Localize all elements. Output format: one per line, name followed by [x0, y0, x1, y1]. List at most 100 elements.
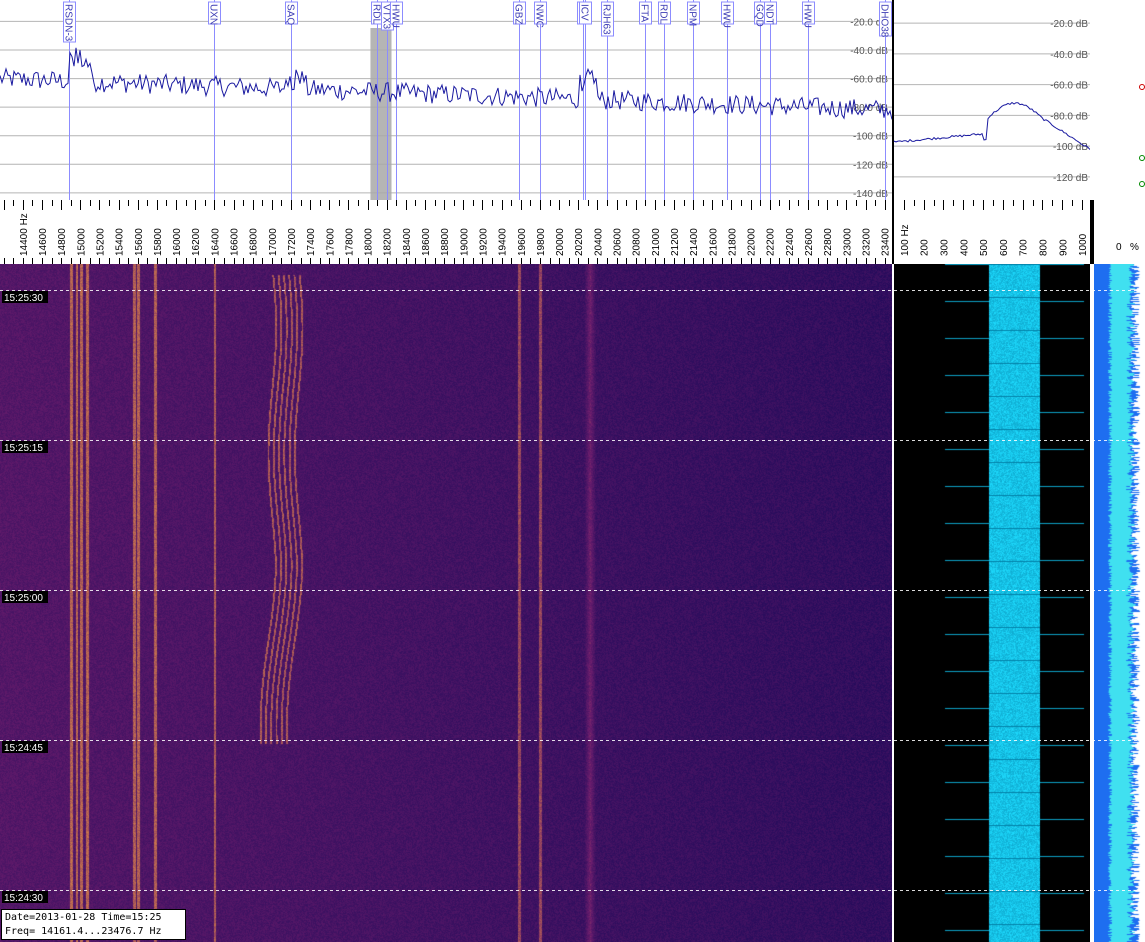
zoom-freq-tick-label-group: 800 — [1038, 239, 1049, 256]
level-indicator-dot — [1139, 84, 1145, 90]
freq-tick-label-group: 21000 — [651, 228, 662, 256]
freq-tick-label-group: 21200 — [670, 228, 681, 256]
freq-tick-label-group: 18400 — [402, 228, 413, 256]
zoom-freq-tick-label: 400 — [959, 239, 970, 256]
freq-tick-label: 19600 — [517, 228, 528, 256]
pane-divider — [892, 0, 894, 264]
waterfall-zoom[interactable] — [894, 264, 1090, 942]
freq-tick-label-group: 19800 — [536, 228, 547, 256]
freq-tick-label: 17000 — [268, 228, 279, 256]
marker-label-box — [381, 1, 394, 31]
freq-tick-label: 16800 — [249, 228, 260, 256]
freq-tick-label-group: 16200 — [191, 228, 202, 256]
marker-label-box — [371, 1, 384, 25]
freq-tick-label: 22400 — [785, 228, 796, 256]
freq-tick-label: 17800 — [344, 228, 355, 256]
status-date-time: Date=2013-01-28 Time=15:25 — [5, 912, 162, 923]
db-label: -120 dB — [853, 160, 888, 171]
status-box: Date=2013-01-28 Time=15:25 Freq= 14161.4… — [1, 909, 186, 940]
zoom-plot-area — [894, 0, 1090, 200]
freq-tick-label-group: 18600 — [421, 228, 432, 256]
zoom-db-label: -20.0 dB — [1050, 19, 1088, 30]
spectrum-trace — [0, 47, 893, 120]
level-divider — [1090, 200, 1094, 264]
freq-tick-label: 20000 — [555, 228, 566, 256]
freq-tick-label-group: 16000 — [172, 228, 183, 256]
freq-tick-label-group: 14600 — [38, 228, 49, 256]
freq-tick-label: 19400 — [498, 228, 509, 256]
freq-tick-label-group: 23200 — [862, 228, 873, 256]
freq-tick-label-group: 22800 — [823, 228, 834, 256]
zoom-freq-tick-label: 100 Hz — [900, 224, 911, 256]
marker-label-box — [285, 1, 298, 25]
marker-label-box — [687, 1, 700, 25]
freq-tick-label-group: 18800 — [440, 228, 451, 256]
zoom-db-label: -80.0 dB — [1050, 111, 1088, 122]
marker-label-group: HWU — [802, 1, 815, 28]
marker-label: NWC — [534, 4, 545, 28]
marker-label-box — [390, 1, 403, 25]
freq-tick-label-group: 20800 — [632, 228, 643, 256]
marker-label: VTX3 — [381, 4, 392, 29]
freq-tick-label-group: 17200 — [287, 228, 298, 256]
freq-tick-label: 20800 — [632, 228, 643, 256]
marker-label-group: UXN — [208, 1, 221, 25]
marker-label-group: RJH63 — [601, 1, 614, 37]
db-label: -140 dB — [853, 189, 888, 200]
zoom-freq-tick-label: 700 — [1019, 239, 1030, 256]
freq-tick-label-group: 19000 — [459, 228, 470, 256]
zoom-freq-tick-label: 300 — [939, 239, 950, 256]
marker-label: RJH63 — [601, 4, 612, 35]
freq-tick-label: 14400 Hz — [19, 213, 30, 256]
marker-label-box — [577, 1, 590, 25]
freq-tick-label: 18600 — [421, 228, 432, 256]
freq-tick-label: 18200 — [383, 228, 394, 256]
marker-label-group: SAQ — [285, 1, 298, 25]
freq-tick-label-group: 15000 — [76, 228, 87, 256]
zoom-db-label: -120 dB — [1053, 173, 1088, 184]
level-indicator-dot — [1139, 155, 1145, 161]
level-indicator-dot — [1139, 181, 1145, 187]
freq-tick-label: 19200 — [478, 228, 489, 256]
db-label: -100 dB — [853, 132, 888, 143]
spectrum-graph[interactable]: -20.0 dB -40.0 dB -60.0 dB -80.0 dB -100 dB -… — [0, 0, 1145, 264]
freq-tick-label: 21600 — [708, 228, 719, 256]
freq-tick-label-group: 18000 — [364, 228, 375, 256]
waterfall-main[interactable] — [0, 264, 892, 942]
zoom-freq-tick-label: 800 — [1038, 239, 1049, 256]
marker-label-group: FTA — [639, 1, 652, 25]
db-label: -40.0 dB — [850, 46, 888, 57]
zoom-db-label: -60.0 dB — [1050, 81, 1088, 92]
freq-tick-label: 15600 — [134, 228, 145, 256]
marker-label: GBZ — [513, 4, 524, 25]
marker-label-box — [879, 1, 892, 37]
marker-label-group: RDL — [577, 1, 590, 25]
marker-label-group: DHO38 — [879, 1, 892, 38]
status-freq-range: Freq= 14161.4...23476.7 Hz — [5, 926, 162, 937]
marker-label: HWU — [390, 4, 401, 28]
zoom-freq-tick-label-group: 600 — [999, 239, 1010, 256]
db-label: -20.0 dB — [850, 17, 888, 28]
freq-tick-label: 18400 — [402, 228, 413, 256]
zoom-freq-tick-label-group: 200 — [920, 239, 931, 256]
freq-tick-label-group: 17600 — [325, 228, 336, 256]
freq-tick-label: 14800 — [57, 228, 68, 256]
freq-tick-label-group: 22000 — [747, 228, 758, 256]
freq-tick-label: 21800 — [727, 228, 738, 256]
level-unit-label: % — [1130, 242, 1139, 253]
zoom-freq-tick-label-group: 900 — [1058, 239, 1069, 256]
freq-tick-label-group: 17400 — [306, 228, 317, 256]
marker-label: UXN — [208, 4, 219, 25]
freq-tick-label: 16200 — [191, 228, 202, 256]
freq-tick-label: 22200 — [766, 228, 777, 256]
freq-tick-label: 20200 — [574, 228, 585, 256]
freq-tick-label-group: 19200 — [478, 228, 489, 256]
freq-tick-label: 21000 — [651, 228, 662, 256]
marker-label: SAQ — [285, 4, 296, 25]
freq-tick-label-group: 20200 — [574, 228, 585, 256]
freq-tick-label: 21400 — [689, 228, 700, 256]
db-label: -60.0 dB — [850, 75, 888, 86]
freq-tick-label-group: 22400 — [785, 228, 796, 256]
marker-label-group: RDL — [371, 1, 384, 25]
zoom-freq-tick-label-group: 1000 — [1078, 233, 1089, 256]
